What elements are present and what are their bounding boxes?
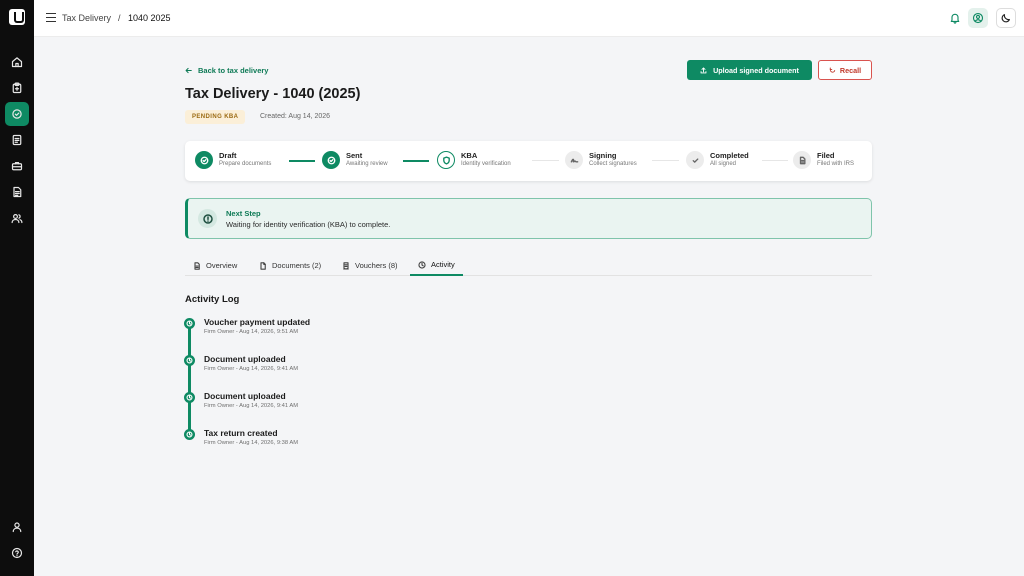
activity-title: Document uploaded bbox=[204, 354, 286, 364]
document-icon bbox=[194, 261, 200, 270]
activity-meta: Firm Owner - Aug 14, 2026, 9:41 AM bbox=[204, 366, 299, 372]
check-circle-icon bbox=[322, 151, 340, 169]
breadcrumb-current: 1040 2025 bbox=[128, 13, 171, 23]
briefcase-icon[interactable] bbox=[5, 154, 29, 178]
created-date: Created: Aug 14, 2026 bbox=[260, 113, 331, 120]
tab-overview[interactable]: Overview bbox=[185, 255, 245, 276]
tab-activity[interactable]: Activity bbox=[410, 255, 463, 276]
upload-icon bbox=[700, 66, 707, 73]
back-link[interactable]: Back to tax delivery bbox=[185, 66, 268, 75]
bell-icon[interactable] bbox=[945, 8, 965, 28]
activity-meta: Firm Owner - Aug 14, 2026, 9:51 AM bbox=[204, 329, 299, 335]
clipboard-icon[interactable] bbox=[5, 76, 29, 100]
check-circle-icon bbox=[195, 151, 213, 169]
tab-label: Documents (2) bbox=[272, 261, 322, 270]
menu-icon[interactable] bbox=[46, 13, 56, 22]
step-subtitle: Identity verification bbox=[461, 161, 511, 167]
check-icon bbox=[686, 151, 704, 169]
tab-vouchers[interactable]: Vouchers (8) bbox=[334, 255, 406, 276]
sidebar bbox=[0, 0, 34, 576]
clock-icon bbox=[184, 429, 195, 440]
tab-label: Vouchers (8) bbox=[355, 261, 398, 270]
step-connector bbox=[403, 160, 429, 162]
activity-title: Voucher payment updated bbox=[204, 317, 311, 327]
file-icon bbox=[260, 261, 266, 270]
activity-meta: Firm Owner - Aug 14, 2026, 9:41 AM bbox=[204, 403, 299, 409]
step-name: Filed bbox=[817, 151, 835, 160]
activity-meta: Firm Owner - Aug 14, 2026, 9:38 AM bbox=[204, 440, 299, 446]
back-link-label: Back to tax delivery bbox=[198, 66, 269, 75]
step-connector bbox=[289, 160, 315, 162]
clock-icon bbox=[184, 318, 195, 329]
step-subtitle: Awaiting review bbox=[346, 161, 388, 167]
next-step-description: Waiting for identity verification (KBA) … bbox=[226, 220, 391, 229]
step-completed: Completed All signed bbox=[686, 151, 749, 169]
file-text-icon[interactable] bbox=[5, 180, 29, 204]
tab-bar: Overview Documents (2) Vouchers (8) Acti… bbox=[185, 255, 872, 276]
document-icon[interactable] bbox=[5, 128, 29, 152]
next-step-title: Next Step bbox=[226, 209, 261, 218]
step-connector bbox=[762, 160, 788, 161]
step-name: Sent bbox=[346, 151, 363, 160]
recall-button-label: Recall bbox=[839, 65, 862, 75]
step-filed: Filed Filed with IRS bbox=[793, 151, 854, 169]
file-icon bbox=[793, 151, 811, 169]
recall-icon bbox=[829, 66, 836, 73]
progress-stepper: Draft Prepare documents Sent Awaiting re… bbox=[185, 141, 872, 181]
step-draft: Draft Prepare documents bbox=[195, 151, 271, 169]
alert-circle-icon bbox=[198, 209, 217, 228]
receipt-icon bbox=[343, 261, 349, 270]
step-name: Completed bbox=[710, 151, 749, 160]
step-subtitle: Collect signatures bbox=[589, 161, 637, 167]
check-circle-icon[interactable] bbox=[5, 102, 29, 126]
upload-button-label: Upload signed document bbox=[713, 65, 799, 75]
status-badge: PENDING KBA bbox=[185, 110, 246, 124]
step-subtitle: Prepare documents bbox=[219, 161, 272, 167]
step-connector bbox=[532, 160, 559, 161]
clock-icon bbox=[418, 260, 426, 269]
topbar: Tax Delivery / 1040 2025 bbox=[34, 0, 1024, 37]
step-kba: KBA Identity verification bbox=[437, 151, 511, 169]
activity-title: Document uploaded bbox=[204, 391, 286, 401]
step-name: Signing bbox=[589, 151, 617, 160]
clock-icon bbox=[184, 355, 195, 366]
page-title: Tax Delivery - 1040 (2025) bbox=[185, 86, 361, 102]
step-name: KBA bbox=[461, 151, 478, 160]
upload-signed-document-button[interactable]: Upload signed document bbox=[687, 60, 812, 80]
signature-icon bbox=[565, 151, 583, 169]
step-subtitle: Filed with IRS bbox=[817, 161, 855, 167]
breadcrumb-tax-delivery[interactable]: Tax Delivery bbox=[62, 13, 111, 23]
activity-title: Tax return created bbox=[204, 428, 278, 438]
step-signing: Signing Collect signatures bbox=[565, 151, 637, 169]
activity-log-title: Activity Log bbox=[185, 294, 240, 305]
arrow-left-icon bbox=[185, 67, 192, 74]
tab-label: Activity bbox=[431, 260, 455, 269]
next-step-card: Next Step Waiting for identity verificat… bbox=[185, 198, 872, 239]
step-sent: Sent Awaiting review bbox=[322, 151, 388, 169]
step-connector bbox=[652, 160, 679, 161]
recall-button[interactable]: Recall bbox=[818, 60, 872, 80]
breadcrumb-separator: / bbox=[118, 13, 121, 23]
app-logo[interactable] bbox=[9, 9, 25, 25]
moon-icon[interactable] bbox=[996, 8, 1016, 28]
profile-icon[interactable] bbox=[968, 8, 988, 28]
user-icon[interactable] bbox=[5, 515, 29, 539]
users-icon[interactable] bbox=[5, 206, 29, 230]
clock-icon bbox=[184, 392, 195, 403]
tab-documents[interactable]: Documents (2) bbox=[251, 255, 329, 276]
timeline-line bbox=[188, 322, 191, 434]
home-icon[interactable] bbox=[5, 50, 29, 74]
tab-label: Overview bbox=[206, 261, 238, 270]
shield-icon bbox=[437, 151, 455, 169]
step-name: Draft bbox=[219, 151, 237, 160]
step-subtitle: All signed bbox=[710, 161, 737, 167]
help-icon[interactable] bbox=[5, 541, 29, 565]
